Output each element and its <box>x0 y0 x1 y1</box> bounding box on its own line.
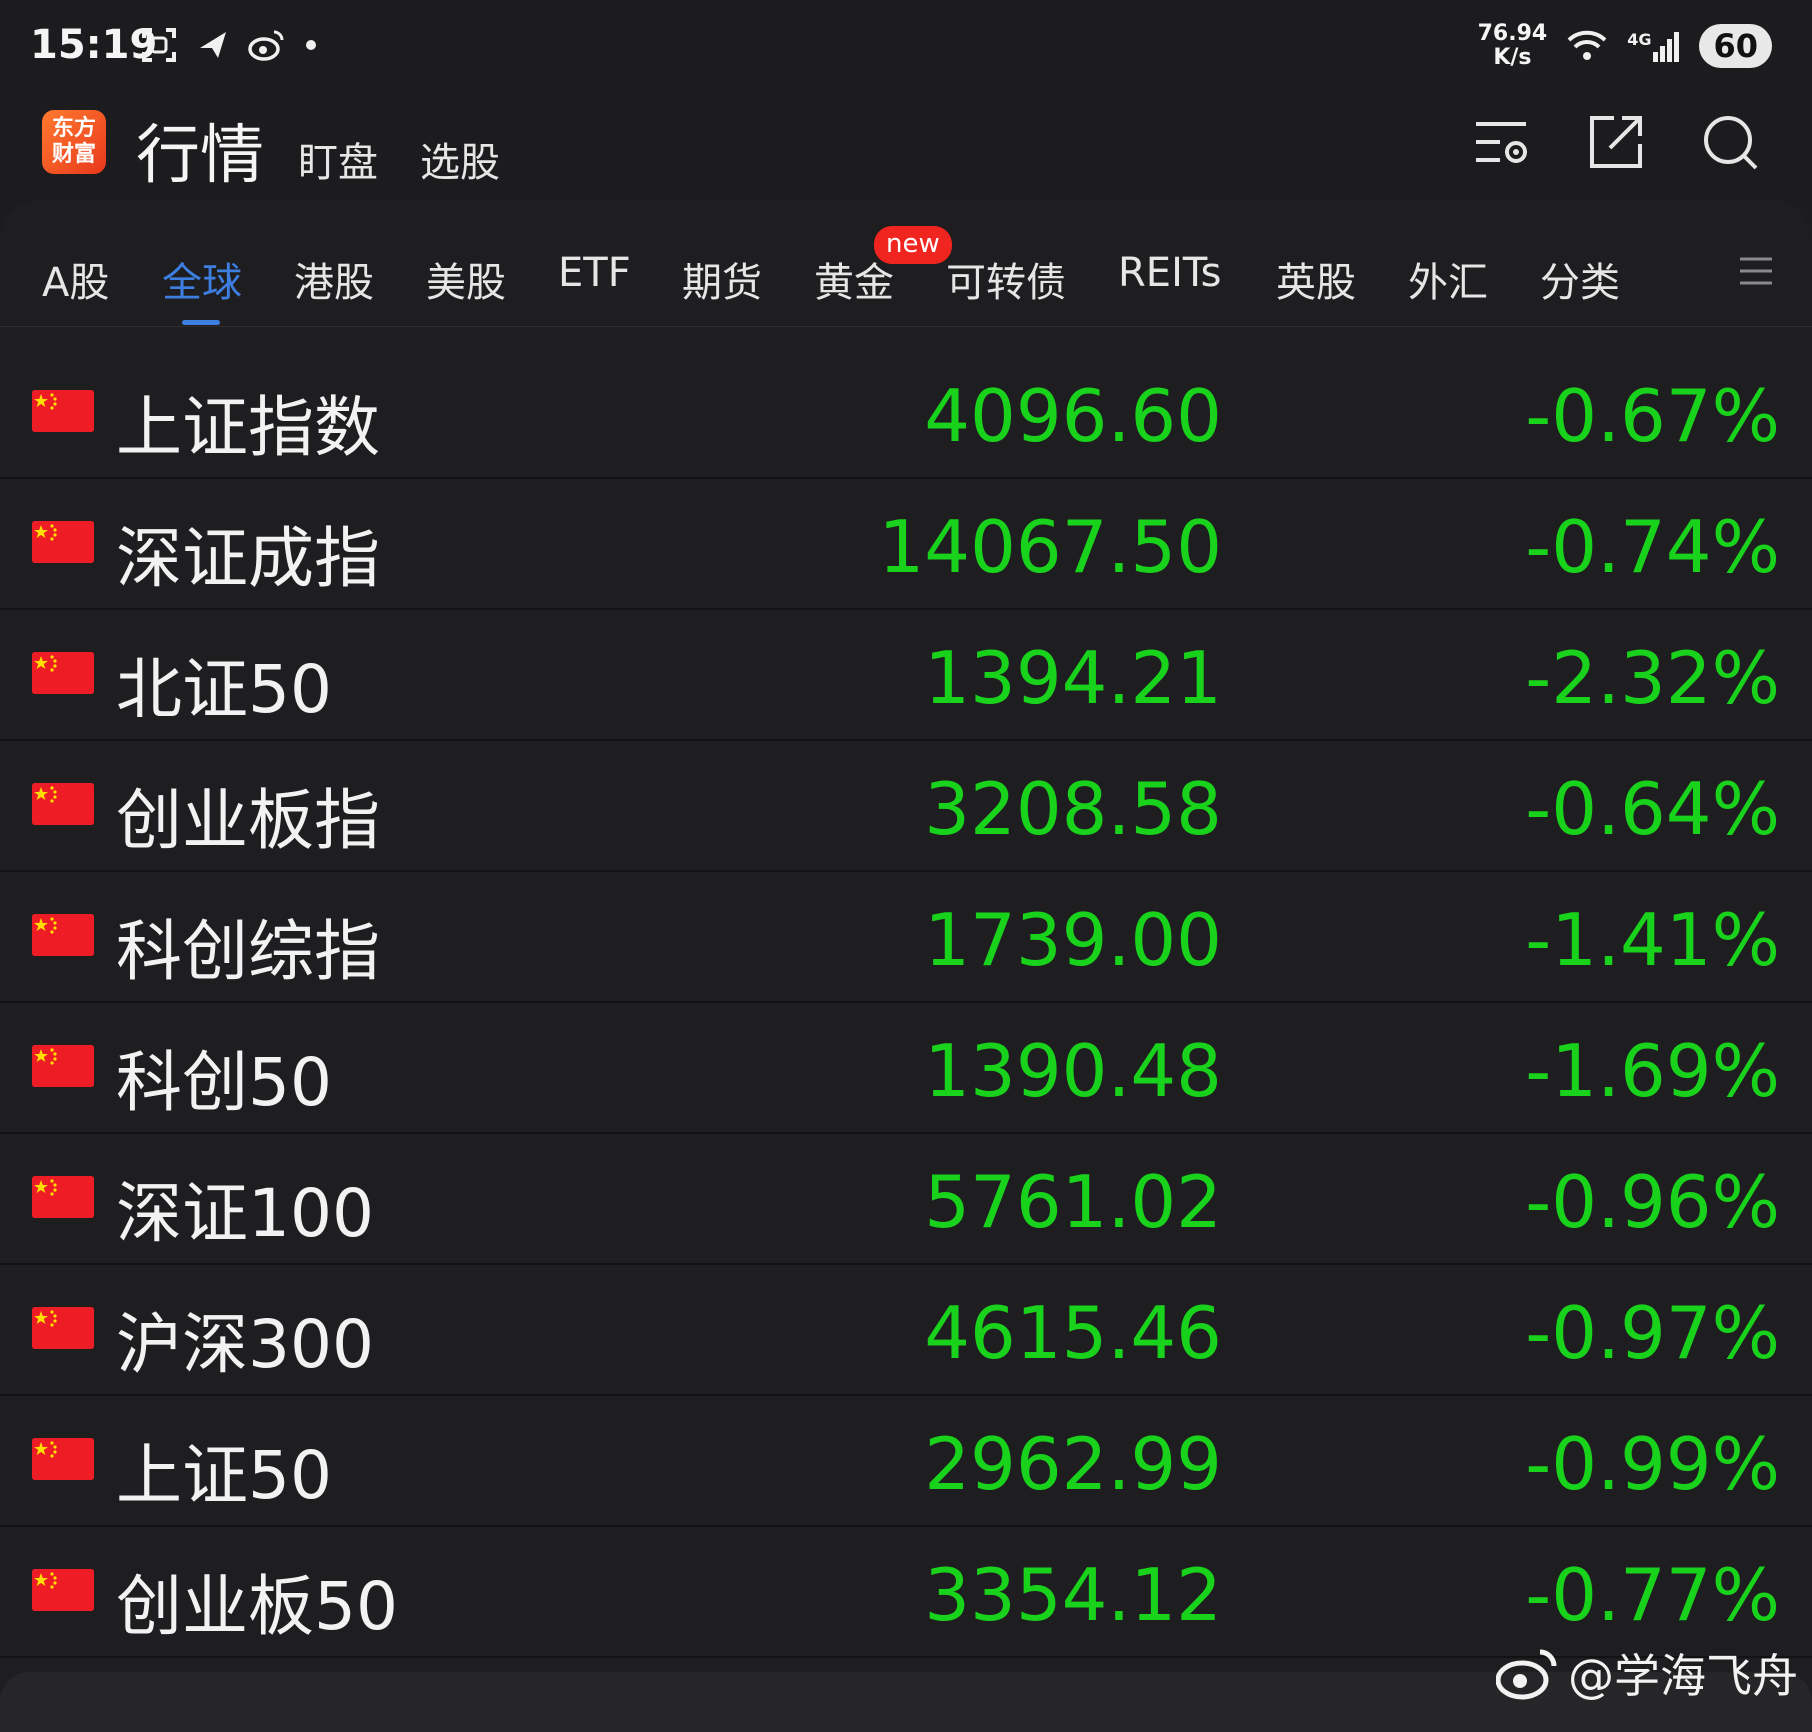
app-header: 东方 财富 行情 盯盘 选股 <box>0 96 1812 200</box>
china-flag-icon <box>32 390 94 432</box>
china-flag-icon <box>32 1045 94 1087</box>
share-icon[interactable] <box>1586 112 1646 172</box>
china-flag-icon <box>32 783 94 825</box>
index-price: 1394.21 <box>924 636 1222 720</box>
index-price: 1390.48 <box>924 1029 1222 1113</box>
app-logo[interactable]: 东方 财富 <box>42 110 106 174</box>
index-change: -0.99% <box>1525 1422 1780 1506</box>
list-settings-icon[interactable] <box>1472 112 1532 172</box>
index-price: 4615.46 <box>924 1291 1222 1375</box>
index-name: 科创50 <box>116 1044 332 1121</box>
index-change: -2.32% <box>1525 636 1780 720</box>
china-flag-icon <box>32 652 94 694</box>
index-change: -0.97% <box>1525 1291 1780 1375</box>
status-notification-icons <box>140 26 318 64</box>
tab-uk-stocks[interactable]: 英股 <box>1276 250 1356 308</box>
tab-futures[interactable]: 期货 <box>682 250 762 308</box>
index-change: -1.69% <box>1525 1029 1780 1113</box>
tab-us-stocks[interactable]: 美股 <box>426 250 506 308</box>
index-name: 科创综指 <box>116 913 380 990</box>
index-name: 深证成指 <box>116 520 380 597</box>
index-name: 北证50 <box>116 651 332 728</box>
logo-line-1: 东方 <box>51 116 96 141</box>
index-row[interactable]: 上证50 2962.99 -0.99% <box>0 1394 1812 1527</box>
network-speed: 76.94 K/s <box>1478 22 1548 70</box>
tab-hk-stocks[interactable]: 港股 <box>294 250 374 308</box>
china-flag-icon <box>32 1569 94 1611</box>
index-price: 4096.60 <box>924 374 1222 458</box>
weibo-icon <box>248 30 284 61</box>
index-row[interactable]: 上证指数 4096.60 -0.67% <box>0 346 1812 479</box>
index-name: 上证指数 <box>116 389 380 466</box>
index-change: -0.64% <box>1525 767 1780 851</box>
index-price: 3208.58 <box>924 767 1222 851</box>
weibo-logo-icon <box>1496 1649 1557 1700</box>
status-system-icons: 76.94 K/s 4G 60 <box>1478 22 1772 70</box>
tabs-menu-icon[interactable] <box>1738 256 1774 286</box>
status-bar: 15:19 76.94 K/s 4G 60 <box>0 0 1812 96</box>
index-name: 上证50 <box>116 1437 332 1514</box>
index-price: 1739.00 <box>924 898 1222 982</box>
screenshot-icon <box>142 28 176 62</box>
index-change: -0.96% <box>1525 1160 1780 1244</box>
paper-plane-icon <box>200 32 226 58</box>
network-type: 4G <box>1627 30 1652 49</box>
tab-reits[interactable]: REITs <box>1118 250 1222 296</box>
tab-categories[interactable]: 分类 <box>1540 250 1620 308</box>
china-flag-icon <box>32 1176 94 1218</box>
index-name: 深证100 <box>116 1175 374 1252</box>
index-row[interactable]: 沪深300 4615.46 -0.97% <box>0 1263 1812 1396</box>
china-flag-icon <box>32 914 94 956</box>
watch-link[interactable]: 盯盘 <box>298 130 378 188</box>
page-title: 行情 <box>136 119 264 193</box>
index-price: 3354.12 <box>924 1553 1222 1637</box>
tab-a-shares[interactable]: A股 <box>42 250 109 308</box>
active-tab-indicator <box>182 320 220 325</box>
tab-convertible-bonds[interactable]: 可转债 <box>946 250 1066 308</box>
network-speed-value: 76.94 <box>1477 21 1548 46</box>
index-change: -0.67% <box>1525 374 1780 458</box>
battery-indicator: 60 <box>1699 24 1772 68</box>
index-price: 2962.99 <box>924 1422 1222 1506</box>
china-flag-icon <box>32 521 94 563</box>
index-name: 沪深300 <box>116 1306 374 1383</box>
tab-forex[interactable]: 外汇 <box>1408 250 1488 308</box>
index-row[interactable]: 深证100 5761.02 -0.96% <box>0 1132 1812 1265</box>
index-change: -0.74% <box>1525 505 1780 589</box>
index-price: 5761.02 <box>924 1160 1222 1244</box>
index-row[interactable]: 深证成指 14067.50 -0.74% <box>0 477 1812 610</box>
status-time: 15:19 <box>30 22 158 68</box>
tab-etf[interactable]: ETF <box>558 250 631 296</box>
index-row[interactable]: 北证50 1394.21 -2.32% <box>0 608 1812 741</box>
logo-line-2: 财富 <box>51 142 96 167</box>
index-row[interactable]: 科创综指 1739.00 -1.41% <box>0 870 1812 1003</box>
index-price: 14067.50 <box>878 505 1222 589</box>
china-flag-icon <box>32 1438 94 1480</box>
index-row[interactable]: 创业板指 3208.58 -0.64% <box>0 739 1812 872</box>
stock-picker-link[interactable]: 选股 <box>420 130 500 188</box>
index-change: -0.77% <box>1525 1553 1780 1637</box>
search-icon[interactable] <box>1700 112 1760 172</box>
index-name: 创业板指 <box>116 782 380 859</box>
tab-global[interactable]: 全球 <box>162 250 242 308</box>
wifi-icon <box>1567 30 1607 60</box>
index-row[interactable]: 创业板50 3354.12 -0.77% <box>0 1525 1812 1658</box>
china-flag-icon <box>32 1307 94 1349</box>
watermark: @学海飞舟 <box>1496 1640 1798 1706</box>
index-change: -1.41% <box>1525 898 1780 982</box>
dot-icon <box>306 40 316 50</box>
index-row[interactable]: 科创50 1390.48 -1.69% <box>0 1001 1812 1134</box>
index-name: 创业板50 <box>116 1568 398 1645</box>
new-badge: new <box>874 226 952 264</box>
signal-icon: 4G <box>1627 30 1681 62</box>
network-speed-unit: K/s <box>1493 45 1532 70</box>
watermark-text: @学海飞舟 <box>1568 1649 1798 1703</box>
